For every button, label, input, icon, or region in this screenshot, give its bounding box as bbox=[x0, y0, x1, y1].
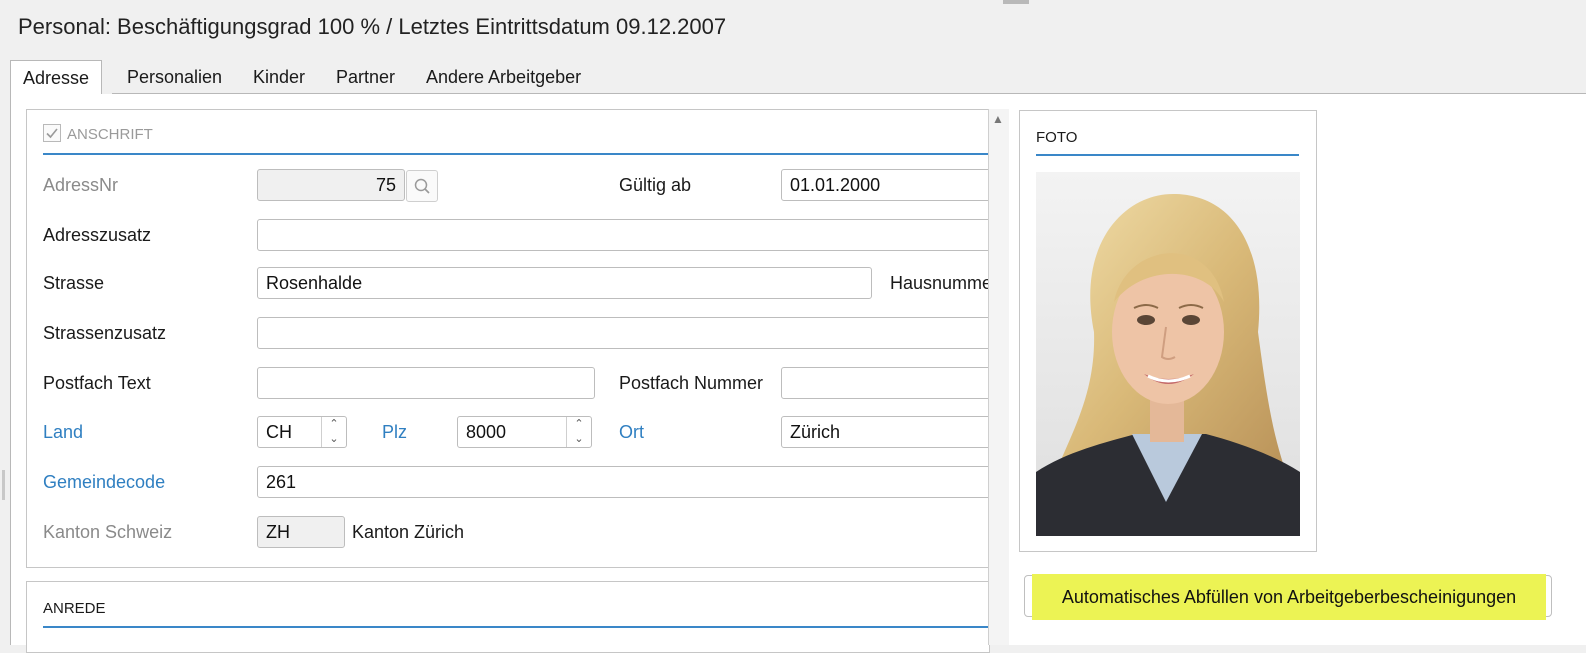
gemeindecode-label[interactable]: Gemeindecode bbox=[43, 472, 165, 493]
tab-partner[interactable]: Partner bbox=[324, 60, 407, 93]
adresszusatz-label: Adresszusatz bbox=[43, 225, 152, 245]
plz-value: 8000 bbox=[466, 422, 507, 442]
ort-label[interactable]: Ort bbox=[619, 422, 644, 443]
chevron-up-icon[interactable]: ⌃ bbox=[322, 417, 346, 432]
page-title: Personal: Beschäftigungsgrad 100 % / Let… bbox=[18, 14, 727, 39]
postfach-text-label: Postfach Text bbox=[43, 373, 151, 393]
strasse-field[interactable]: Rosenhalde bbox=[257, 267, 872, 299]
chevron-up-icon[interactable]: ⌃ bbox=[567, 417, 591, 432]
foto-header: FOTO bbox=[1036, 129, 1078, 146]
strassenzusatz-field[interactable] bbox=[257, 317, 997, 349]
gemeindecode-field[interactable]: 261 bbox=[257, 466, 997, 498]
hausnummer-label: Hausnumme bbox=[890, 273, 988, 293]
top-splitter-handle[interactable] bbox=[1003, 0, 1029, 4]
gueltig-ab-field[interactable]: 01.01.2000 bbox=[781, 169, 996, 201]
ort-field[interactable]: Zürich bbox=[781, 416, 996, 448]
scroll-up-icon[interactable]: ▲ bbox=[988, 109, 1008, 129]
land-field[interactable]: CH ⌃ ⌄ bbox=[257, 416, 347, 448]
tab-bar: Adresse Personalien Kinder Partner Ander… bbox=[10, 60, 710, 95]
adress-lookup-button[interactable] bbox=[406, 170, 438, 202]
search-icon bbox=[414, 178, 430, 194]
plz-label[interactable]: Plz bbox=[382, 422, 407, 443]
checkmark-icon bbox=[46, 128, 58, 139]
tab-kinder[interactable]: Kinder bbox=[241, 60, 317, 93]
adressnr-field: 75 bbox=[257, 169, 405, 201]
anrede-panel bbox=[26, 581, 990, 653]
foto-underline bbox=[1036, 154, 1299, 156]
employee-photo bbox=[1036, 172, 1300, 536]
plz-field[interactable]: 8000 ⌃ ⌄ bbox=[457, 416, 592, 448]
postfach-nummer-label: Postfach Nummer bbox=[619, 373, 764, 393]
tab-personalien[interactable]: Personalien bbox=[115, 60, 234, 93]
land-value: CH bbox=[266, 422, 292, 442]
tab-andere-arbeitgeber[interactable]: Andere Arbeitgeber bbox=[414, 60, 593, 93]
chevron-down-icon[interactable]: ⌄ bbox=[322, 432, 346, 447]
adresszusatz-field[interactable] bbox=[257, 219, 997, 251]
strasse-label: Strasse bbox=[43, 273, 105, 293]
kanton-field: ZH bbox=[257, 516, 345, 548]
anrede-header: ANREDE bbox=[43, 600, 106, 617]
anschrift-header: ANSCHRIFT bbox=[67, 126, 153, 143]
adressnr-label: AdressNr bbox=[43, 175, 119, 195]
strassenzusatz-label: Strassenzusatz bbox=[43, 323, 167, 343]
land-spinner[interactable]: ⌃ ⌄ bbox=[321, 417, 346, 447]
anschrift-checkbox[interactable] bbox=[43, 124, 61, 142]
kanton-label: Kanton Schweiz bbox=[43, 522, 173, 542]
postfach-text-field[interactable] bbox=[257, 367, 595, 399]
anschrift-underline bbox=[43, 153, 988, 155]
chevron-down-icon[interactable]: ⌄ bbox=[567, 432, 591, 447]
auto-fill-button[interactable]: Automatisches Abfüllen von Arbeitgeberbe… bbox=[1032, 574, 1546, 620]
anrede-underline bbox=[43, 626, 988, 628]
plz-spinner[interactable]: ⌃ ⌄ bbox=[566, 417, 591, 447]
left-splitter-handle[interactable] bbox=[2, 470, 5, 500]
kanton-name: Kanton Zürich bbox=[352, 522, 465, 542]
form-scrollbar[interactable] bbox=[988, 109, 1009, 645]
tab-adresse[interactable]: Adresse bbox=[10, 60, 103, 95]
land-label[interactable]: Land bbox=[43, 422, 83, 443]
postfach-nummer-field[interactable] bbox=[781, 367, 996, 399]
gueltig-ab-label: Gültig ab bbox=[619, 175, 692, 195]
